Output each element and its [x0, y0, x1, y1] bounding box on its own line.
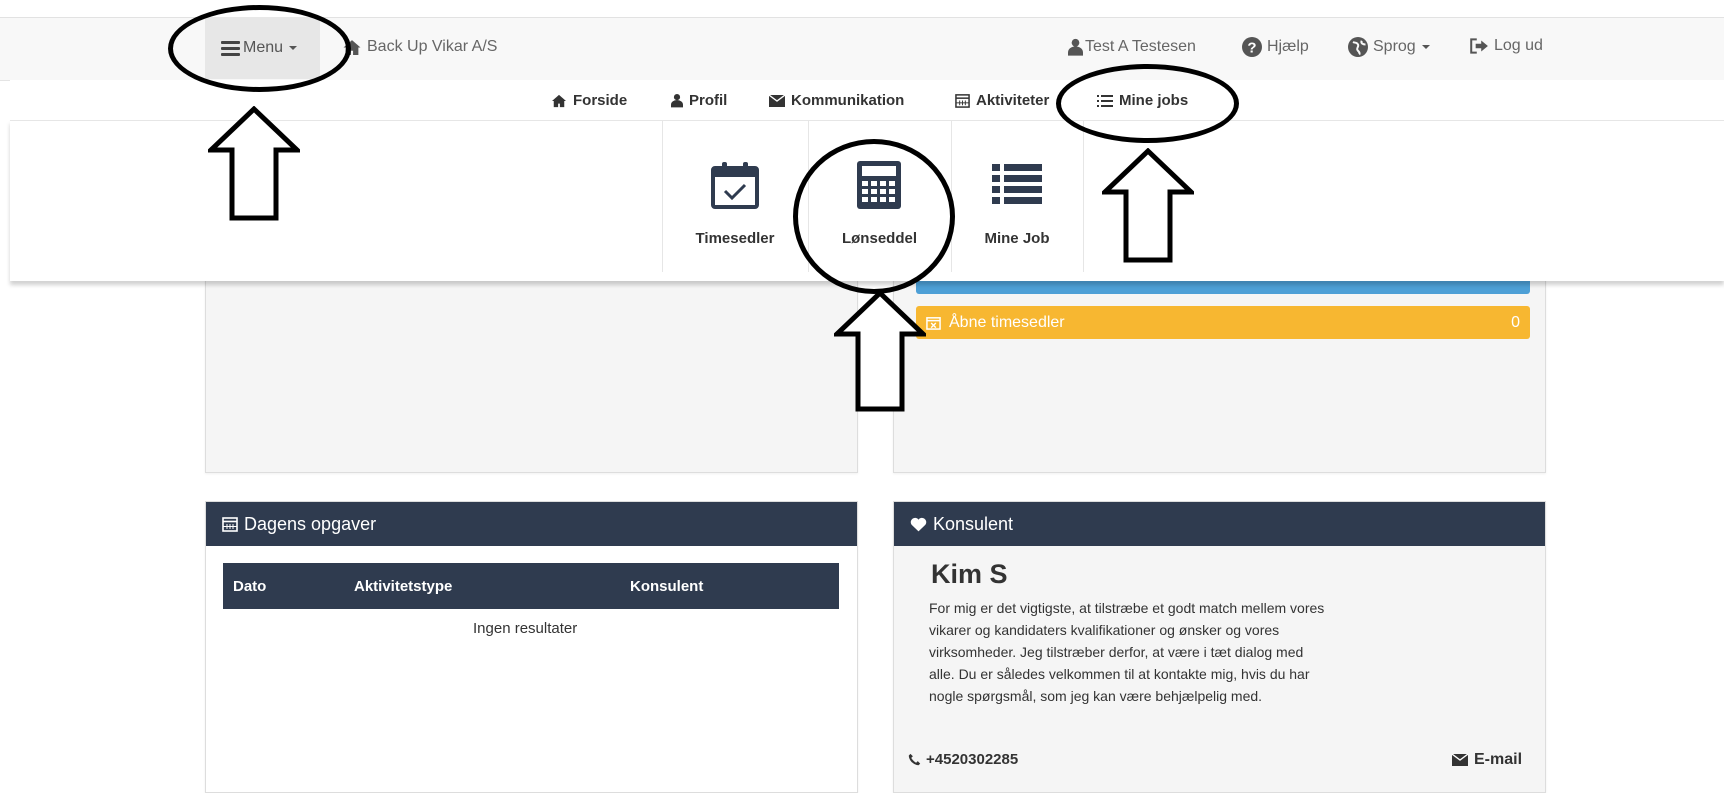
heart-icon: [910, 517, 927, 531]
logout-link[interactable]: Log ud: [1469, 37, 1543, 55]
language-label: Sprog: [1373, 38, 1416, 55]
nav-kommunikation-label: Kommunikation: [791, 92, 905, 109]
column-consultant[interactable]: Konsulent: [630, 578, 703, 595]
help-label: Hjælp: [1267, 38, 1309, 55]
company-link[interactable]: Back Up Vikar A/S: [342, 38, 497, 56]
user-name: Test A Testesen: [1085, 38, 1196, 55]
logout-label: Log ud: [1494, 37, 1543, 54]
bio-line: For mig er det vigtigste, at tilstræbe e…: [929, 600, 1325, 616]
consultant-phone[interactable]: +4520302285: [908, 751, 1018, 768]
tasks-panel-title: Dagens opgaver: [244, 513, 377, 534]
open-timesheets-bar[interactable]: Åbne timesedler 0: [916, 306, 1530, 339]
nav-forside[interactable]: Forside: [551, 92, 627, 109]
calendar-icon: [955, 94, 970, 108]
envelope-icon: [769, 94, 785, 107]
bio-line: alle. Du er således velkommen til at kon…: [929, 666, 1310, 682]
phone-icon: [908, 753, 921, 766]
open-timesheets-label: Åbne timesedler: [949, 313, 1065, 331]
right-top-panel: [893, 270, 1546, 473]
tile-timesedler-label: Timesedler: [695, 230, 775, 247]
language-dropdown[interactable]: Sprog: [1348, 37, 1430, 57]
bio-line: nogle spørgsmål, som jeg kan være behjæl…: [929, 688, 1263, 704]
chevron-down-icon: [1421, 45, 1430, 49]
consultant-panel-header: Konsulent: [894, 502, 1545, 546]
bio-line: vikarer og kandidaters kvalifikationer o…: [929, 622, 1280, 638]
nav-aktiviteter[interactable]: Aktiviteter: [955, 92, 1049, 109]
tile-timesedler[interactable]: Timesedler: [662, 120, 808, 272]
nav-forside-label: Forside: [573, 92, 628, 109]
consultant-panel-title: Konsulent: [933, 513, 1014, 534]
annotation-ellipse-menu: [168, 5, 351, 92]
user-icon: [671, 93, 683, 108]
calendar-x-icon: [926, 317, 941, 330]
logout-icon: [1470, 38, 1488, 54]
nav-profil[interactable]: Profil: [671, 92, 727, 109]
open-timesheets-count: 0: [1511, 313, 1520, 331]
user-profile-link[interactable]: Test A Testesen: [1068, 38, 1196, 56]
tasks-panel-header: Dagens opgaver: [206, 502, 857, 546]
tile-divider: [1083, 120, 1084, 272]
svg-text:?: ?: [1247, 39, 1256, 56]
consultant-name: Kim S: [931, 559, 1008, 589]
annotation-arrow-up: [1102, 148, 1194, 263]
question-circle-icon: ?: [1242, 37, 1262, 57]
calendar-check-icon: [711, 162, 759, 209]
left-top-panel: [205, 270, 858, 473]
column-activity-type[interactable]: Aktivitetstype: [354, 578, 452, 595]
calendar-icon: [222, 517, 238, 532]
tasks-table-header: Dato Aktivitetstype Konsulent: [223, 563, 839, 609]
annotation-ellipse-lonseddel: [793, 139, 955, 294]
user-icon: [1068, 38, 1083, 56]
tasks-panel: Dagens opgaver: [205, 501, 858, 793]
globe-icon: [1348, 37, 1368, 57]
tasks-empty-text: Ingen resultater: [473, 620, 578, 637]
list-icon: [992, 164, 1042, 204]
consultant-email-link[interactable]: E-mail: [1452, 751, 1522, 769]
column-date[interactable]: Dato: [233, 578, 266, 595]
help-link[interactable]: ? Hjælp: [1242, 37, 1309, 57]
nav-aktiviteter-label: Aktiviteter: [976, 92, 1050, 109]
nav-profil-label: Profil: [689, 92, 728, 109]
annotation-ellipse-mine-jobs: [1056, 64, 1239, 143]
envelope-icon: [1452, 754, 1468, 766]
consultant-phone-number: +4520302285: [926, 751, 1019, 768]
tile-mine-job[interactable]: Mine Job: [951, 120, 1083, 272]
tile-mine-job-label: Mine Job: [984, 230, 1050, 247]
bio-line: virksomheder. Jeg tilstræber derfor, at …: [929, 644, 1304, 660]
nav-kommunikation[interactable]: Kommunikation: [769, 92, 904, 109]
annotation-arrow-up: [834, 290, 926, 412]
home-icon: [552, 94, 566, 107]
company-name: Back Up Vikar A/S: [367, 38, 498, 55]
annotation-arrow-up: [208, 106, 300, 221]
consultant-bio: For mig er det vigtigste, at tilstræbe e…: [929, 597, 1489, 707]
consultant-email-label: E-mail: [1474, 751, 1523, 768]
